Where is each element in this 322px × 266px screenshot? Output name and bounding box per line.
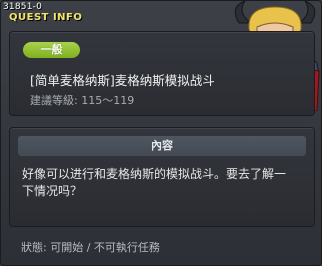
- quest-description-line-1: 好像可以进行和麦格纳斯的模拟战斗。要去了解一: [22, 167, 287, 181]
- quest-id-label: 31851-0: [3, 2, 43, 12]
- quest-name: [简单麦格纳斯]麦格纳斯模拟战斗: [30, 73, 215, 88]
- quest-status: 狀態: 可開始 / 不可執行任務: [21, 241, 160, 254]
- recommended-level: 建議等級: 115～119: [30, 94, 135, 107]
- quest-category-badge: 一般: [23, 42, 80, 58]
- window-title: QUEST INFO: [9, 12, 83, 23]
- quest-info-window: 31851-0 QUEST INFO 一般 [简单麦格纳斯]麦格纳斯模拟战斗 建…: [0, 0, 322, 266]
- quest-description-line-2: 下情况吗？: [22, 184, 83, 198]
- quest-content-panel: 內容 好像可以进行和麦格纳斯的模拟战斗。要去了解一 下情况吗？: [9, 127, 315, 227]
- content-header: 內容: [18, 136, 306, 156]
- quest-description: 好像可以进行和麦格纳斯的模拟战斗。要去了解一 下情况吗？: [22, 166, 302, 200]
- quest-summary-panel: 一般 [简单麦格纳斯]麦格纳斯模拟战斗 建議等級: 115～119: [9, 31, 315, 116]
